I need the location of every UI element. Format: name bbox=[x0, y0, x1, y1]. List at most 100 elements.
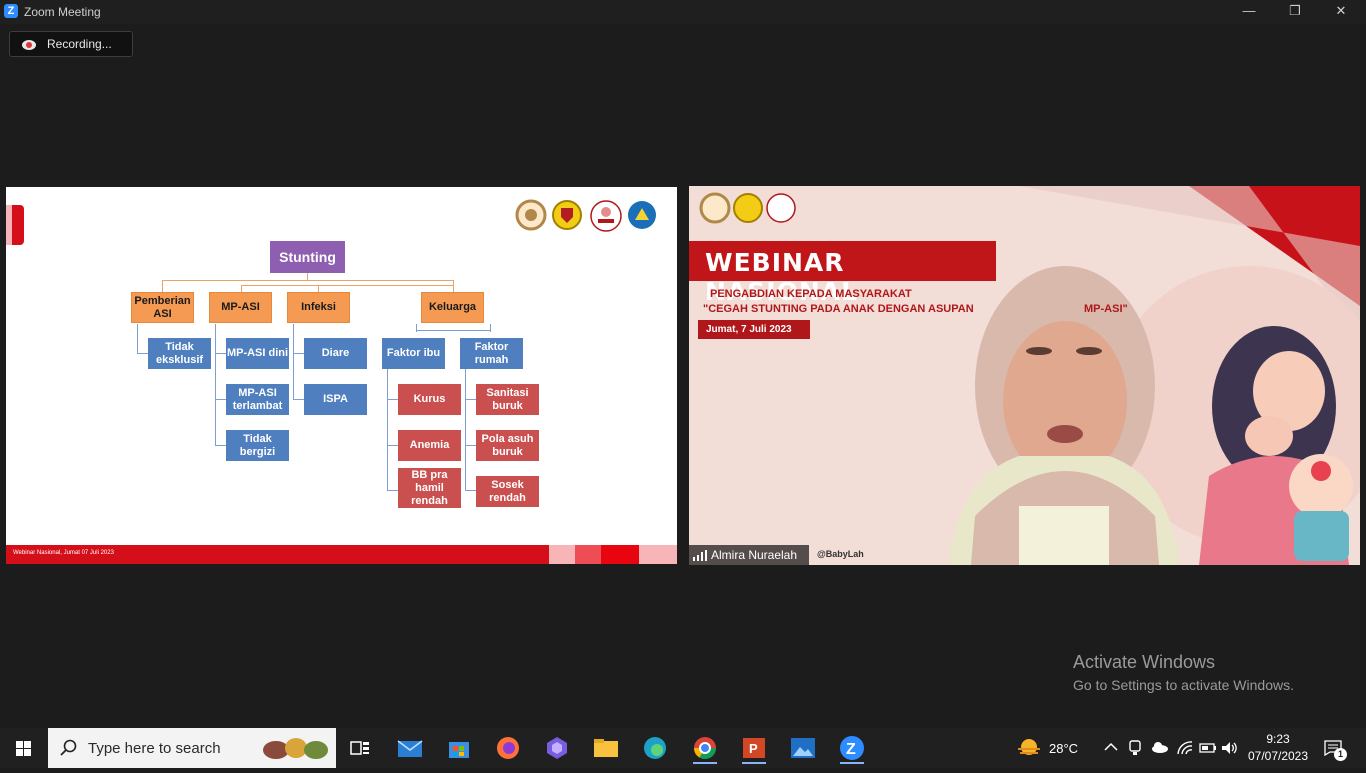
powerpoint-button[interactable]: P bbox=[734, 732, 774, 764]
store-icon bbox=[449, 742, 469, 758]
slide-red-tab bbox=[6, 205, 24, 245]
onedrive-button[interactable] bbox=[1150, 728, 1170, 768]
node-tidak-bergizi: Tidak bergizi bbox=[226, 430, 289, 461]
svg-text:Z: Z bbox=[846, 741, 856, 758]
signal-bars-icon bbox=[693, 550, 707, 561]
webinar-date: Jumat, 7 Juli 2023 bbox=[698, 320, 810, 339]
participant-video[interactable]: WEBINAR NASIONAL PENGABDIAN KEPADA MASYA… bbox=[689, 186, 1360, 565]
windows-start-icon bbox=[16, 741, 31, 756]
photos-icon bbox=[791, 738, 815, 758]
node-faktor-rumah: Faktor rumah bbox=[460, 338, 523, 369]
recording-cloud-icon bbox=[22, 40, 36, 50]
firefox-button[interactable] bbox=[488, 732, 528, 764]
node-mp-asi: MP-ASI bbox=[209, 292, 272, 323]
meet-now-button[interactable] bbox=[1126, 728, 1144, 768]
zoom-button[interactable]: Z bbox=[832, 732, 872, 764]
svg-text:P: P bbox=[749, 741, 758, 756]
webinar-subtitle-2-end: MP-ASI" bbox=[1084, 303, 1128, 315]
battery-icon bbox=[1199, 743, 1216, 753]
notification-badge: 1 bbox=[1334, 748, 1347, 761]
clock[interactable]: 9:23 07/07/2023 bbox=[1245, 728, 1311, 768]
taskbar: Type here to search P Z 28°C 9:23 07/07/… bbox=[0, 728, 1366, 768]
powerpoint-icon: P bbox=[743, 738, 765, 758]
title-bar: Z Zoom Meeting — ❐ ✕ bbox=[0, 0, 1366, 24]
minimize-button[interactable]: — bbox=[1226, 0, 1272, 24]
activate-windows-title: Activate Windows bbox=[1073, 652, 1216, 672]
photos-button[interactable] bbox=[783, 732, 823, 764]
taskbar-search[interactable]: Type here to search bbox=[48, 728, 336, 768]
node-tidak-eksklusif: Tidak eksklusif bbox=[148, 338, 211, 369]
node-mp-asi-dini: MP-ASI dini bbox=[226, 338, 289, 369]
zoom-logo-icon: Z bbox=[4, 4, 18, 18]
babylah-handle: @BabyLah bbox=[817, 549, 864, 559]
university-logo-icon bbox=[552, 200, 582, 230]
activate-windows-subtitle: Go to Settings to activate Windows. bbox=[1073, 677, 1294, 693]
node-kurus: Kurus bbox=[398, 384, 461, 415]
participant-name: Almira Nuraelah bbox=[711, 548, 798, 562]
node-keluarga: Keluarga bbox=[421, 292, 484, 323]
search-icon bbox=[60, 739, 77, 756]
volume-button[interactable] bbox=[1221, 728, 1239, 768]
chrome-icon bbox=[694, 737, 716, 759]
shared-slide: Stunting Pemberian ASI MP-ASI Infeksi Ke… bbox=[6, 187, 677, 564]
webinar-banner: WEBINAR NASIONAL bbox=[689, 241, 996, 306]
speaker-icon bbox=[1222, 742, 1237, 754]
node-infeksi: Infeksi bbox=[287, 292, 350, 323]
webinar-subtitle-1: PENGABDIAN KEPADA MASYARAKAT bbox=[710, 288, 912, 300]
firefox-icon bbox=[497, 737, 519, 759]
seal-logo-icon bbox=[515, 199, 547, 231]
task-view-icon bbox=[350, 741, 369, 755]
node-pola-asuh-buruk: Pola asuh buruk bbox=[476, 430, 539, 461]
clock-date: 07/07/2023 bbox=[1247, 749, 1309, 763]
chrome-button[interactable] bbox=[685, 732, 725, 764]
video-logos-icon bbox=[699, 192, 796, 224]
node-sosek-rendah: Sosek rendah bbox=[476, 476, 539, 507]
app-button[interactable] bbox=[537, 732, 577, 764]
node-ispa: ISPA bbox=[304, 384, 367, 415]
file-explorer-button[interactable] bbox=[586, 732, 626, 764]
node-mp-asi-terlambat: MP-ASI terlambat bbox=[226, 384, 289, 415]
search-placeholder: Type here to search bbox=[88, 740, 221, 757]
weather-widget[interactable]: 28°C bbox=[1016, 728, 1088, 768]
show-hidden-icons-button[interactable] bbox=[1102, 728, 1120, 768]
participant-nametag: Almira Nuraelah bbox=[689, 545, 809, 565]
clock-time: 9:23 bbox=[1266, 732, 1290, 746]
window-title: Zoom Meeting bbox=[24, 5, 101, 19]
edge-button[interactable] bbox=[635, 732, 675, 764]
mail-icon bbox=[397, 740, 423, 757]
chevron-up-icon bbox=[1104, 742, 1118, 751]
hexagon-app-icon bbox=[547, 737, 567, 759]
folder-icon bbox=[594, 739, 618, 757]
store-button[interactable] bbox=[439, 732, 479, 764]
wifi-icon bbox=[1177, 741, 1193, 755]
node-stunting: Stunting bbox=[270, 241, 345, 273]
node-anemia: Anemia bbox=[398, 430, 461, 461]
recording-indicator[interactable]: Recording... bbox=[9, 31, 133, 57]
node-pemberian-asi: Pemberian ASI bbox=[131, 292, 194, 323]
tutwuri-logo-icon bbox=[628, 201, 656, 229]
node-sanitasi-buruk: Sanitasi buruk bbox=[476, 384, 539, 415]
start-button[interactable] bbox=[0, 728, 48, 768]
zoom-icon: Z bbox=[840, 736, 864, 760]
node-diare: Diare bbox=[304, 338, 367, 369]
node-faktor-ibu: Faktor ibu bbox=[382, 338, 445, 369]
node-bb-pra-hamil: BB pra hamil rendah bbox=[398, 468, 461, 508]
webinar-subtitle-2: "CEGAH STUNTING PADA ANAK DENGAN ASUPAN bbox=[703, 303, 974, 315]
task-view-button[interactable] bbox=[340, 732, 380, 764]
close-button[interactable]: ✕ bbox=[1318, 0, 1364, 24]
restore-button[interactable]: ❐ bbox=[1272, 0, 1318, 24]
mail-button[interactable] bbox=[390, 732, 430, 764]
recording-label: Recording... bbox=[47, 37, 112, 51]
cloud-icon bbox=[1152, 742, 1168, 753]
notifications-button[interactable]: 1 bbox=[1320, 728, 1352, 768]
battery-button[interactable] bbox=[1199, 728, 1217, 768]
weather-icon bbox=[1018, 739, 1040, 755]
webcam-icon bbox=[1129, 740, 1141, 755]
search-highlight-icon bbox=[263, 738, 328, 759]
slide-footer: Webinar Nasional, Jumat 07 Juli 2023 bbox=[6, 545, 677, 564]
edge-icon bbox=[644, 737, 666, 759]
network-button[interactable] bbox=[1176, 728, 1194, 768]
slide-footer-text: Webinar Nasional, Jumat 07 Juli 2023 bbox=[13, 550, 114, 556]
babylah-logo-icon bbox=[590, 200, 622, 232]
weather-temp: 28°C bbox=[1049, 741, 1079, 756]
